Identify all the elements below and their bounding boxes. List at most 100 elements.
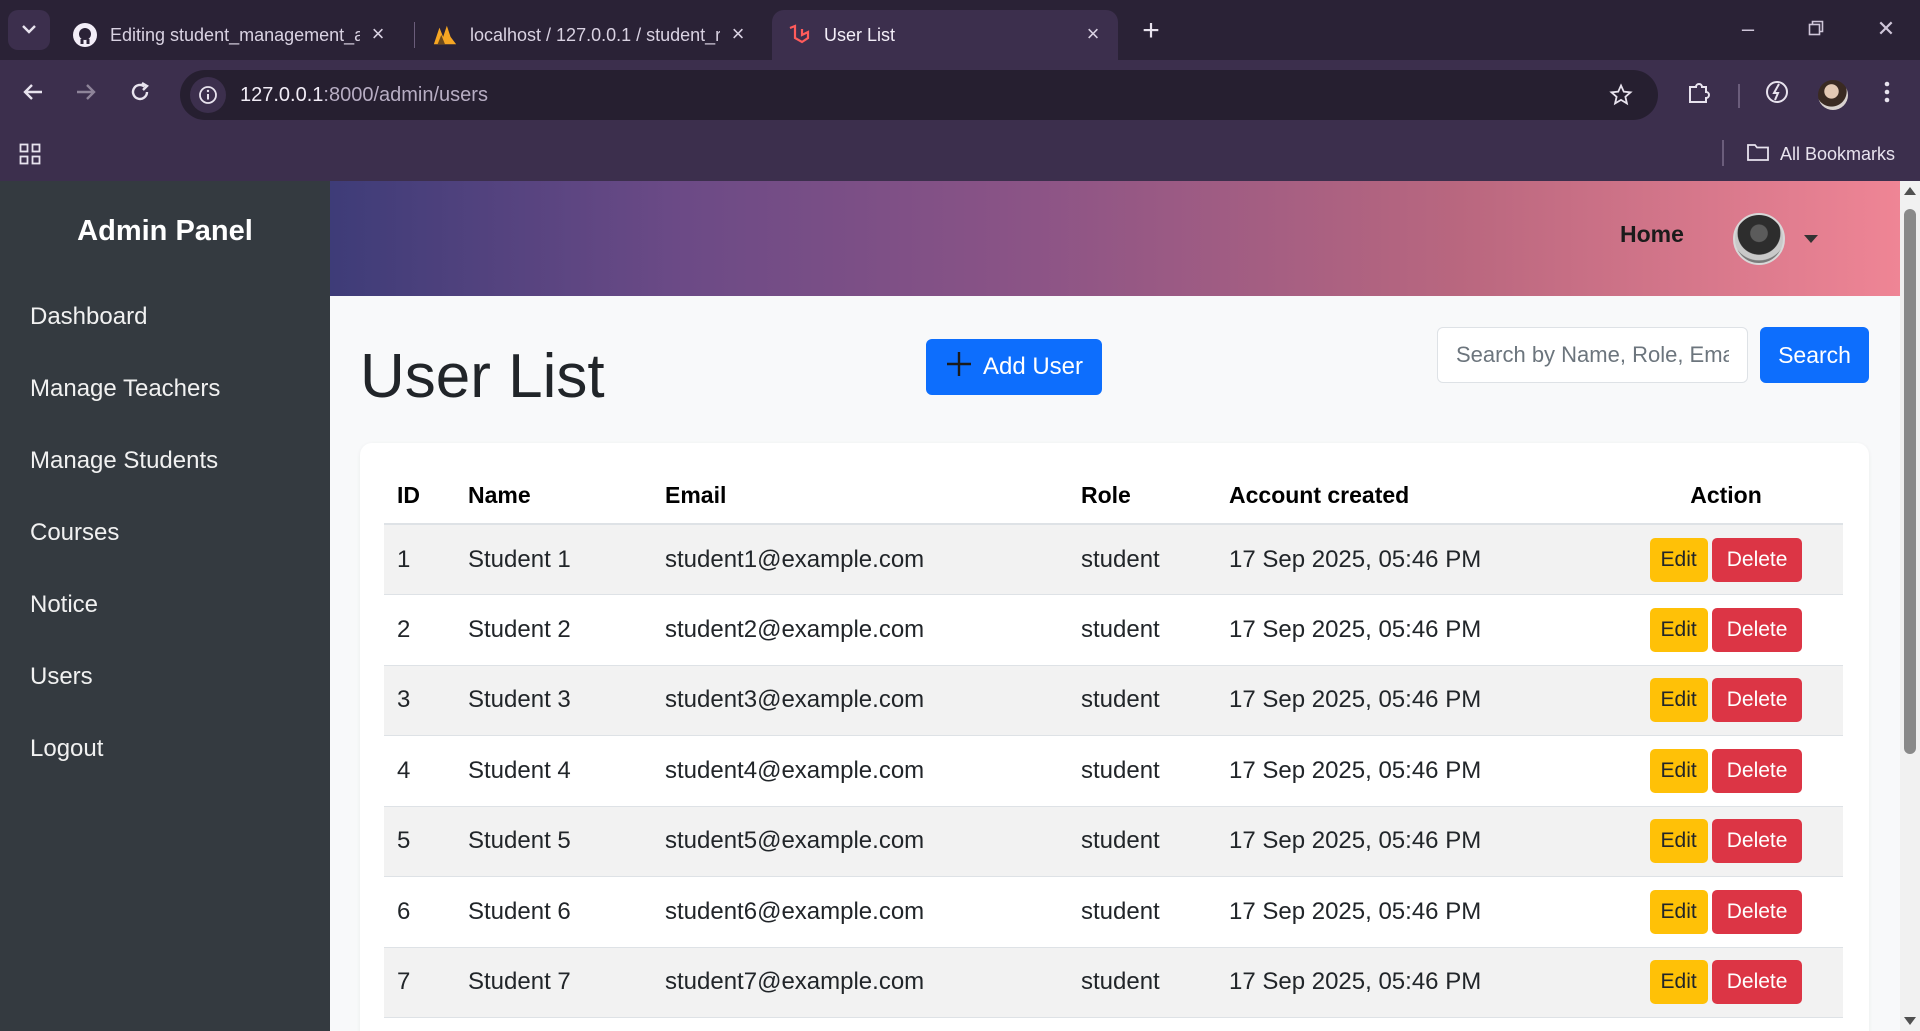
scroll-up-icon[interactable] xyxy=(1904,187,1916,195)
sidebar-item-dashboard[interactable]: Dashboard xyxy=(30,303,147,331)
column-header-id: ID xyxy=(384,467,455,525)
back-button[interactable] xyxy=(14,75,52,113)
cell-name: Student 1 xyxy=(455,524,652,595)
cell-email: student5@example.com xyxy=(652,806,1068,877)
cell-name: Student 6 xyxy=(455,876,652,948)
info-icon[interactable] xyxy=(190,77,226,113)
sidebar-item-users[interactable]: Users xyxy=(30,663,93,691)
plus-icon: + xyxy=(1142,14,1160,47)
column-header-created: Account created xyxy=(1216,467,1609,525)
edit-button[interactable]: Edit xyxy=(1649,678,1708,723)
delete-button[interactable]: Delete xyxy=(1711,748,1803,793)
close-icon[interactable]: × xyxy=(727,21,749,46)
page-scrollbar[interactable] xyxy=(1900,181,1920,1031)
tab-user-list[interactable]: User List × xyxy=(772,10,1118,60)
cell-name: Student 5 xyxy=(455,806,652,877)
close-icon[interactable]: × xyxy=(367,21,389,46)
avatar[interactable] xyxy=(1733,213,1785,265)
cell-role: student xyxy=(1068,947,1216,1018)
profile-avatar[interactable] xyxy=(1818,80,1848,110)
sidebar-item-logout[interactable]: Logout xyxy=(30,735,103,763)
cell-email: student2@example.com xyxy=(652,594,1068,666)
address-bar[interactable]: 127.0.0.1:8000/admin/users xyxy=(180,70,1658,120)
edit-button[interactable]: Edit xyxy=(1649,819,1708,864)
puzzle-icon xyxy=(1686,79,1712,110)
add-user-button[interactable]: Add User xyxy=(926,339,1102,395)
cell-role: student xyxy=(1068,876,1216,948)
sidebar-item-manage-teachers[interactable]: Manage Teachers xyxy=(30,375,220,403)
restore-button[interactable] xyxy=(1796,12,1836,46)
edit-button[interactable]: Edit xyxy=(1649,748,1708,793)
new-tab-button[interactable]: + xyxy=(1134,14,1168,48)
delete-button[interactable]: Delete xyxy=(1711,537,1803,582)
tab-title: Editing student_management_a xyxy=(110,24,360,45)
scroll-down-icon[interactable] xyxy=(1904,1017,1916,1025)
tab-title: User List xyxy=(824,24,896,45)
table-row: 3 Student 3 student3@example.com student… xyxy=(384,665,1843,736)
edit-button[interactable]: Edit xyxy=(1649,537,1708,582)
bookmarks-bar: All Bookmarks xyxy=(0,128,1920,181)
delete-button[interactable]: Delete xyxy=(1711,678,1803,723)
tab-strip: Editing student_management_a × localhost… xyxy=(0,0,1920,60)
column-header-action: Action xyxy=(1609,467,1843,525)
browser-chrome: Editing student_management_a × localhost… xyxy=(0,0,1920,181)
tab-phpmyadmin[interactable]: localhost / 127.0.0.1 / student_r × xyxy=(418,10,763,60)
url-path: :8000/admin/users xyxy=(323,83,488,106)
column-header-role: Role xyxy=(1068,467,1216,525)
cell-id: 3 xyxy=(384,665,455,736)
table-row: 2 Student 2 student2@example.com student… xyxy=(384,594,1843,666)
minimize-button[interactable]: – xyxy=(1728,12,1768,46)
bookmark-star-icon[interactable] xyxy=(1604,78,1638,112)
performance-button[interactable] xyxy=(1758,75,1796,113)
close-window-button[interactable]: ✕ xyxy=(1866,12,1906,46)
apps-grid-icon[interactable] xyxy=(14,138,46,170)
users-table: ID Name Email Role Account created Actio… xyxy=(384,467,1843,1018)
github-icon xyxy=(72,22,98,48)
tab-github[interactable]: Editing student_management_a × xyxy=(58,10,403,60)
cell-email: student7@example.com xyxy=(652,947,1068,1018)
close-icon: ✕ xyxy=(1876,16,1896,41)
edit-button[interactable]: Edit xyxy=(1649,607,1708,652)
reload-icon xyxy=(129,81,151,108)
add-user-label: Add User xyxy=(982,353,1084,380)
search-input[interactable] xyxy=(1437,327,1748,383)
cell-name: Student 4 xyxy=(455,735,652,807)
chevron-down-icon xyxy=(21,21,37,39)
top-navbar: Home xyxy=(330,181,1900,296)
sidebar-item-manage-students[interactable]: Manage Students xyxy=(30,447,218,475)
folder-icon xyxy=(1746,142,1780,167)
tab-search-button[interactable] xyxy=(8,10,50,50)
cell-id: 1 xyxy=(384,524,455,595)
close-icon[interactable]: × xyxy=(1082,21,1104,46)
phpmyadmin-icon xyxy=(432,22,458,48)
browser-menu-button[interactable] xyxy=(1868,75,1906,113)
kebab-menu-icon xyxy=(1884,81,1890,108)
cell-action: Edit Delete xyxy=(1609,876,1843,948)
table-row: 7 Student 7 student7@example.com student… xyxy=(384,947,1843,1018)
sidebar-item-notice[interactable]: Notice xyxy=(30,591,98,619)
all-bookmarks-button[interactable]: All Bookmarks xyxy=(1746,138,1895,170)
delete-button[interactable]: Delete xyxy=(1711,960,1803,1005)
cell-email: student6@example.com xyxy=(652,876,1068,948)
column-header-email: Email xyxy=(652,467,1068,525)
extensions-button[interactable] xyxy=(1680,75,1718,113)
edit-button[interactable]: Edit xyxy=(1649,889,1708,934)
delete-button[interactable]: Delete xyxy=(1711,607,1803,652)
browser-toolbar: 127.0.0.1:8000/admin/users xyxy=(0,60,1920,128)
forward-button[interactable] xyxy=(67,75,105,113)
delete-button[interactable]: Delete xyxy=(1711,819,1803,864)
restore-icon xyxy=(1808,16,1824,42)
edit-button[interactable]: Edit xyxy=(1649,960,1708,1005)
table-row: 4 Student 4 student4@example.com student… xyxy=(384,735,1843,807)
delete-button[interactable]: Delete xyxy=(1711,889,1803,934)
cell-role: student xyxy=(1068,594,1216,666)
caret-down-icon[interactable] xyxy=(1804,235,1818,243)
tab-title: localhost / 127.0.0.1 / student_r xyxy=(470,24,720,45)
page-title: User List xyxy=(360,342,605,411)
home-link[interactable]: Home xyxy=(1620,221,1684,248)
plus-icon xyxy=(945,350,983,385)
search-button[interactable]: Search xyxy=(1760,327,1869,383)
scroll-thumb[interactable] xyxy=(1904,209,1916,754)
reload-button[interactable] xyxy=(121,75,159,113)
sidebar-item-courses[interactable]: Courses xyxy=(30,519,119,547)
